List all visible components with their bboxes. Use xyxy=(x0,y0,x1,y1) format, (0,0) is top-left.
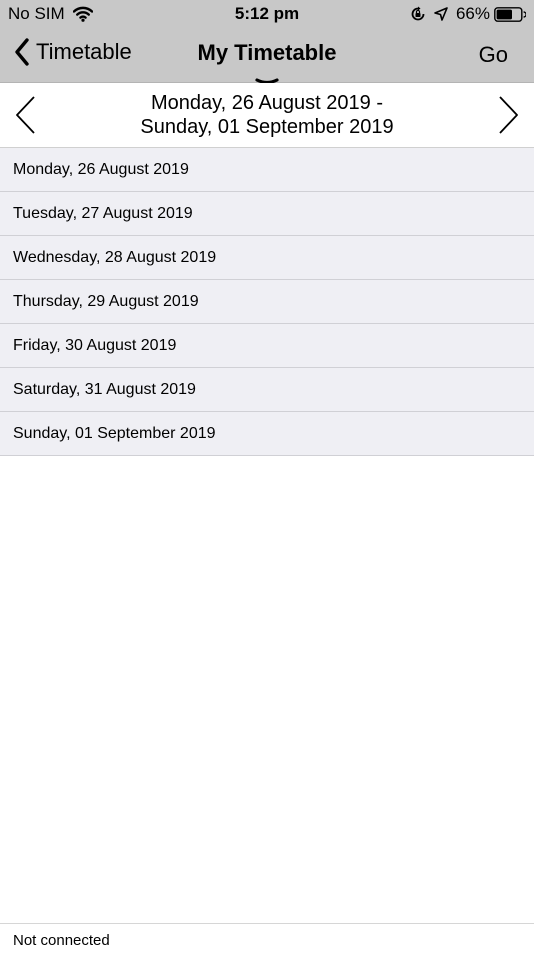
navigation-bar: Timetable My Timetable Go xyxy=(0,30,534,85)
day-row-monday[interactable]: Monday, 26 August 2019 xyxy=(0,148,534,192)
next-week-icon[interactable] xyxy=(498,95,520,140)
connection-status: Not connected xyxy=(0,923,534,950)
day-row-sunday[interactable]: Sunday, 01 September 2019 xyxy=(0,412,534,456)
day-row-saturday[interactable]: Saturday, 31 August 2019 xyxy=(0,368,534,412)
go-button[interactable]: Go xyxy=(479,42,508,68)
day-row-friday[interactable]: Friday, 30 August 2019 xyxy=(0,324,534,368)
day-row-thursday[interactable]: Thursday, 29 August 2019 xyxy=(0,280,534,324)
week-range: Monday, 26 August 2019 - Sunday, 01 Sept… xyxy=(60,91,474,139)
week-range-end: Sunday, 01 September 2019 xyxy=(140,116,394,138)
location-arrow-icon xyxy=(434,7,448,21)
day-list: Monday, 26 August 2019 Tuesday, 27 Augus… xyxy=(0,148,534,456)
battery-percent: 66% xyxy=(455,4,490,23)
week-range-start: Monday, 26 August 2019 - xyxy=(150,92,383,114)
prev-week-icon[interactable] xyxy=(14,95,36,140)
day-row-tuesday[interactable]: Tuesday, 27 August 2019 xyxy=(0,192,534,236)
page-title: My Timetable xyxy=(197,40,337,65)
orientation-lock-icon xyxy=(410,6,426,22)
battery-icon xyxy=(494,6,526,22)
week-selector: Monday, 26 August 2019 - Sunday, 01 Sept… xyxy=(0,83,534,148)
status-bar: No SIM 5:12 pm 66% xyxy=(0,0,534,30)
status-right: 66% xyxy=(410,4,526,24)
day-row-wednesday[interactable]: Wednesday, 28 August 2019 xyxy=(0,236,534,280)
